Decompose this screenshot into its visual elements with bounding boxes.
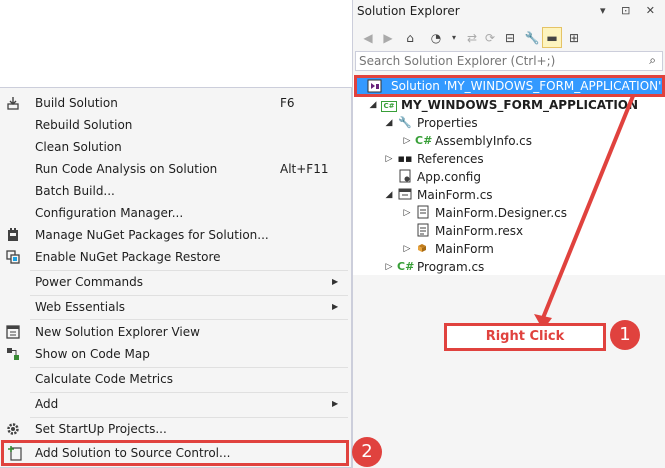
step-1-badge: 1 <box>610 320 640 350</box>
step-2-badge: 2 <box>352 437 382 467</box>
right-click-callout: Right Click <box>444 323 606 351</box>
annotation-arrow <box>534 95 635 330</box>
